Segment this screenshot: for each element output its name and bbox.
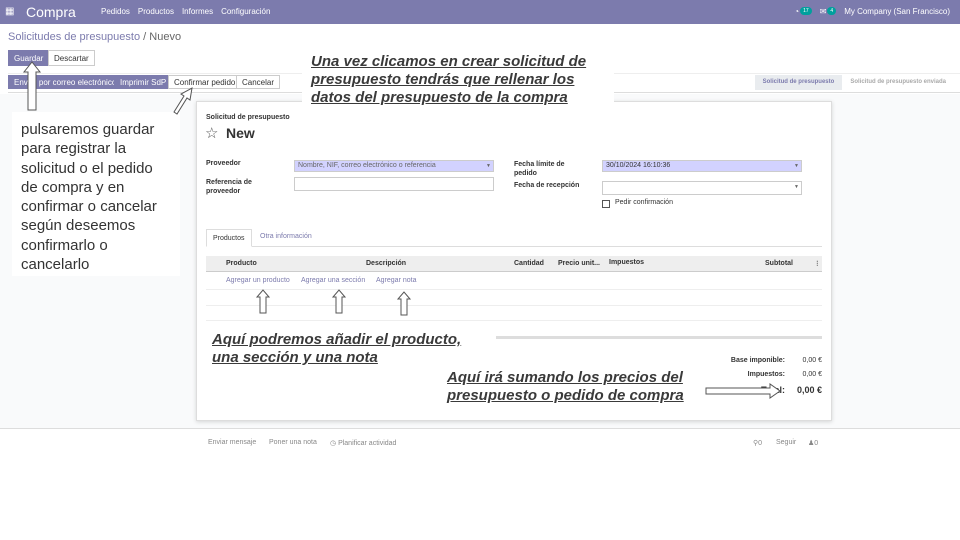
annotation-arrows: [22, 61, 781, 399]
arrow-right-icon: [705, 383, 781, 399]
arrow-up-icon: [255, 289, 271, 314]
arrow-diagonal-icon: [173, 87, 193, 115]
arrow-up-icon: [22, 61, 42, 111]
arrow-up-icon: [331, 289, 347, 314]
arrow-up-icon: [396, 291, 412, 316]
